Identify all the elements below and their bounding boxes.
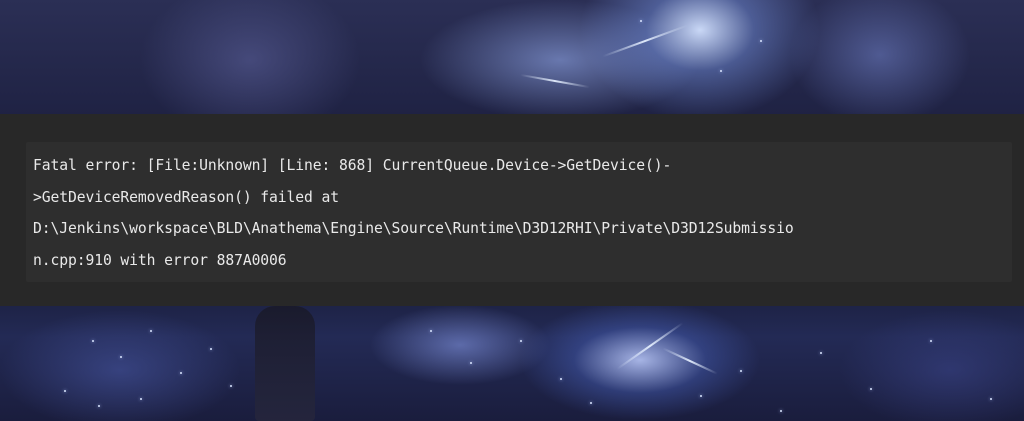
spark-particle	[430, 330, 432, 332]
spark-particle	[760, 40, 762, 42]
spark-particle	[560, 378, 562, 380]
spark-particle	[180, 372, 182, 374]
error-line: >GetDeviceRemovedReason() failed at	[33, 188, 339, 206]
spark-particle	[590, 402, 592, 404]
spark-particle	[740, 370, 742, 372]
spark-particle	[210, 348, 212, 350]
spark-particle	[120, 356, 122, 358]
error-line: Fatal error: [File:Unknown] [Line: 868] …	[33, 157, 672, 174]
character-silhouette	[255, 306, 315, 421]
spark-particle	[700, 395, 702, 397]
spark-particle	[230, 385, 232, 387]
error-line: D:\Jenkins\workspace\BLD\Anathema\Engine…	[33, 220, 794, 237]
spark-particle	[92, 340, 94, 342]
spark-particle	[990, 398, 992, 400]
light-streak	[520, 73, 590, 89]
game-background-scene: Fatal error: [File:Unknown] [Line: 868] …	[0, 0, 1024, 421]
error-message: Fatal error: [File:Unknown] [Line: 868] …	[33, 150, 1008, 276]
spark-particle	[520, 340, 522, 342]
light-streak	[662, 347, 718, 375]
spark-particle	[140, 398, 142, 400]
spark-particle	[720, 70, 722, 72]
spark-particle	[150, 330, 152, 332]
spark-particle	[98, 405, 100, 407]
spark-particle	[820, 352, 822, 354]
spark-particle	[930, 340, 932, 342]
spark-particle	[780, 410, 782, 412]
spark-particle	[640, 20, 642, 22]
spark-particle	[870, 388, 872, 390]
spark-particle	[64, 390, 66, 392]
error-line: n.cpp:910 with error 887A0006	[33, 251, 287, 269]
light-streak	[602, 24, 688, 58]
light-streak	[616, 322, 684, 370]
spark-particle	[470, 362, 472, 364]
